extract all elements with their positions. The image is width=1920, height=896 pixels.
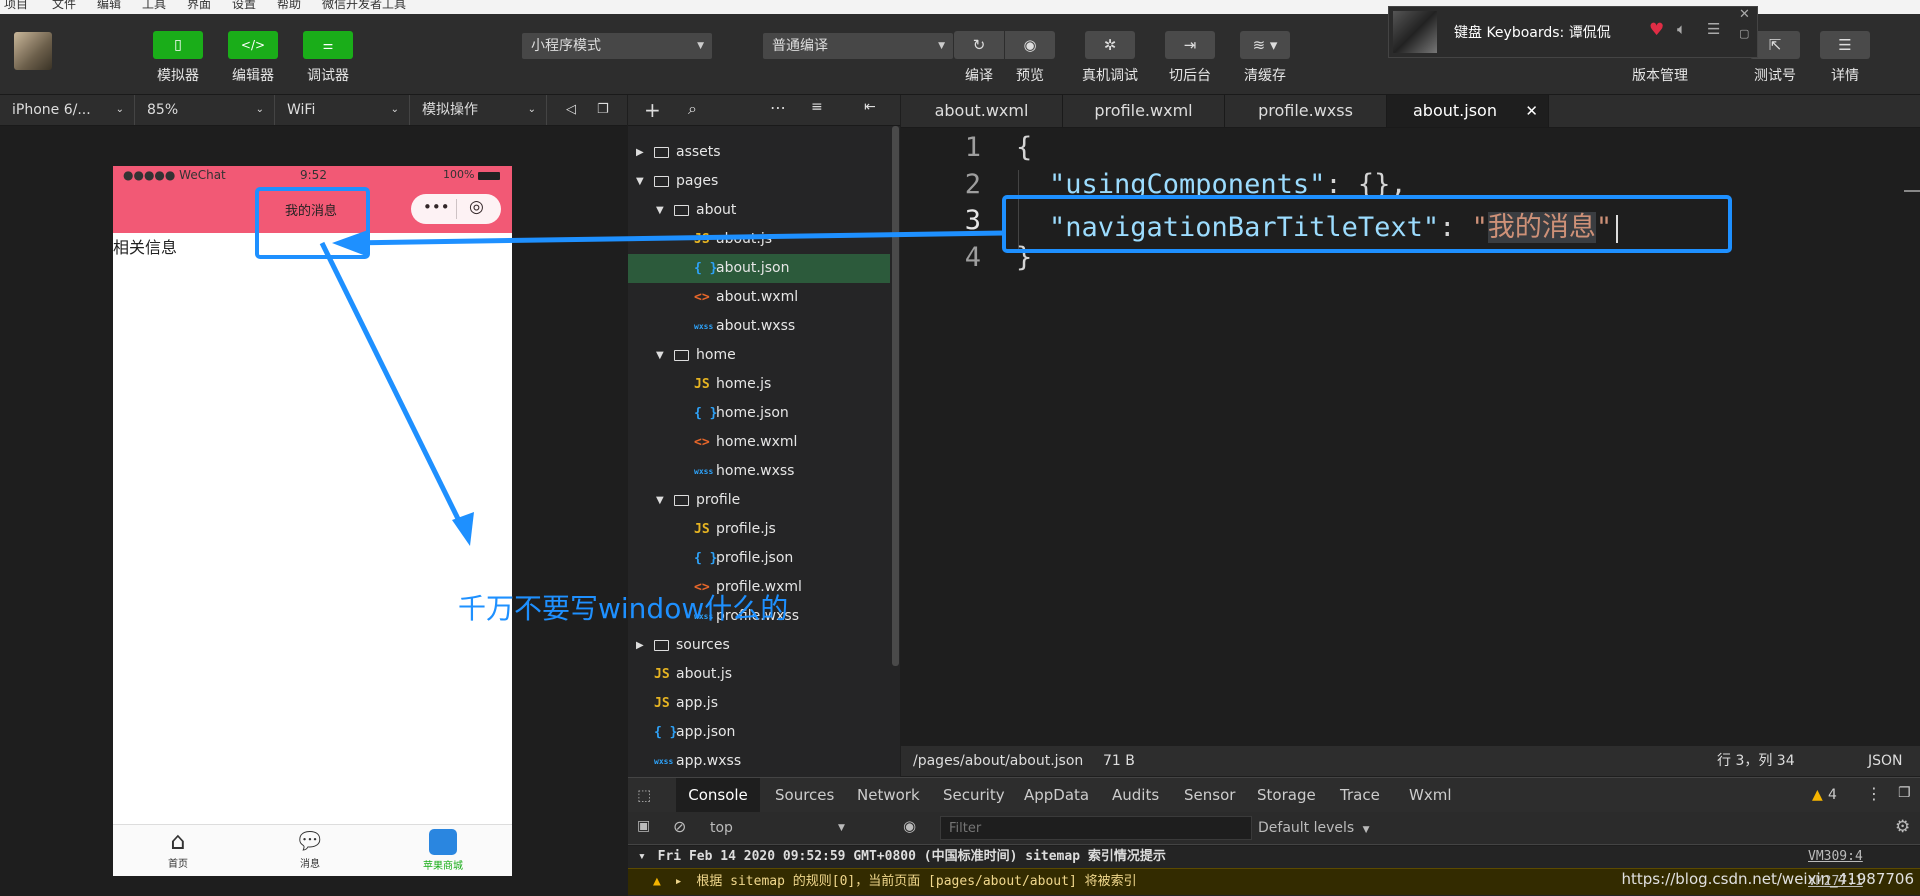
annotation-arrow-head [332,230,368,256]
annotation-arrow-line [344,230,1005,246]
annotation-pointer-line [319,241,469,537]
annotation-text: 千万不要写window什么的 [458,592,789,625]
annotation-box-code [1002,195,1732,253]
annotation-overlay [255,187,1732,546]
